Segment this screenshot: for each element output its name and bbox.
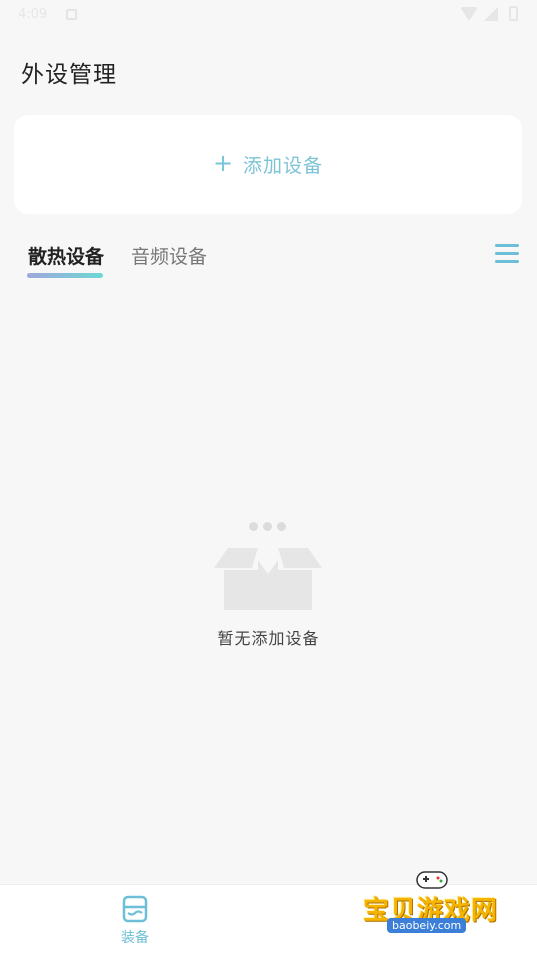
plus-icon: + xyxy=(212,149,234,177)
tab-audio-devices[interactable]: 音频设备 xyxy=(131,242,207,269)
status-bar: 4:09 xyxy=(0,0,537,32)
add-device-label: 添加设备 xyxy=(243,155,324,177)
menu-icon[interactable] xyxy=(495,244,519,263)
empty-box-icon xyxy=(214,548,322,610)
page-title: 外设管理 xyxy=(21,62,117,88)
watermark-logo: 宝贝游戏网 baobeiy.com xyxy=(360,868,510,954)
add-device-button[interactable]: + 添加设备 xyxy=(14,115,522,214)
tab-cooling-devices[interactable]: 散热设备 xyxy=(28,242,104,269)
equipment-icon xyxy=(122,895,148,923)
signal-icon xyxy=(484,7,498,21)
active-tab-indicator xyxy=(27,273,103,278)
empty-message: 暂无添加设备 xyxy=(217,629,320,648)
dots-icon xyxy=(249,522,289,532)
wifi-icon xyxy=(460,7,478,21)
notification-icon xyxy=(66,9,77,20)
status-time: 4:09 xyxy=(18,7,48,22)
nav-item-equipment[interactable]: 装备 xyxy=(100,895,170,951)
watermark-url: baobeiy.com xyxy=(387,918,467,933)
device-tabs: 散热设备 音频设备 xyxy=(0,232,537,282)
battery-icon xyxy=(509,6,518,21)
nav-label-equipment: 装备 xyxy=(121,930,149,946)
gamepad-icon xyxy=(416,871,448,889)
empty-state: 暂无添加设备 xyxy=(0,518,537,658)
app-screen: 4:09 外设管理 + 添加设备 散热设备 音频设备 暂无添加设备 装备 宝贝游… xyxy=(0,0,537,956)
